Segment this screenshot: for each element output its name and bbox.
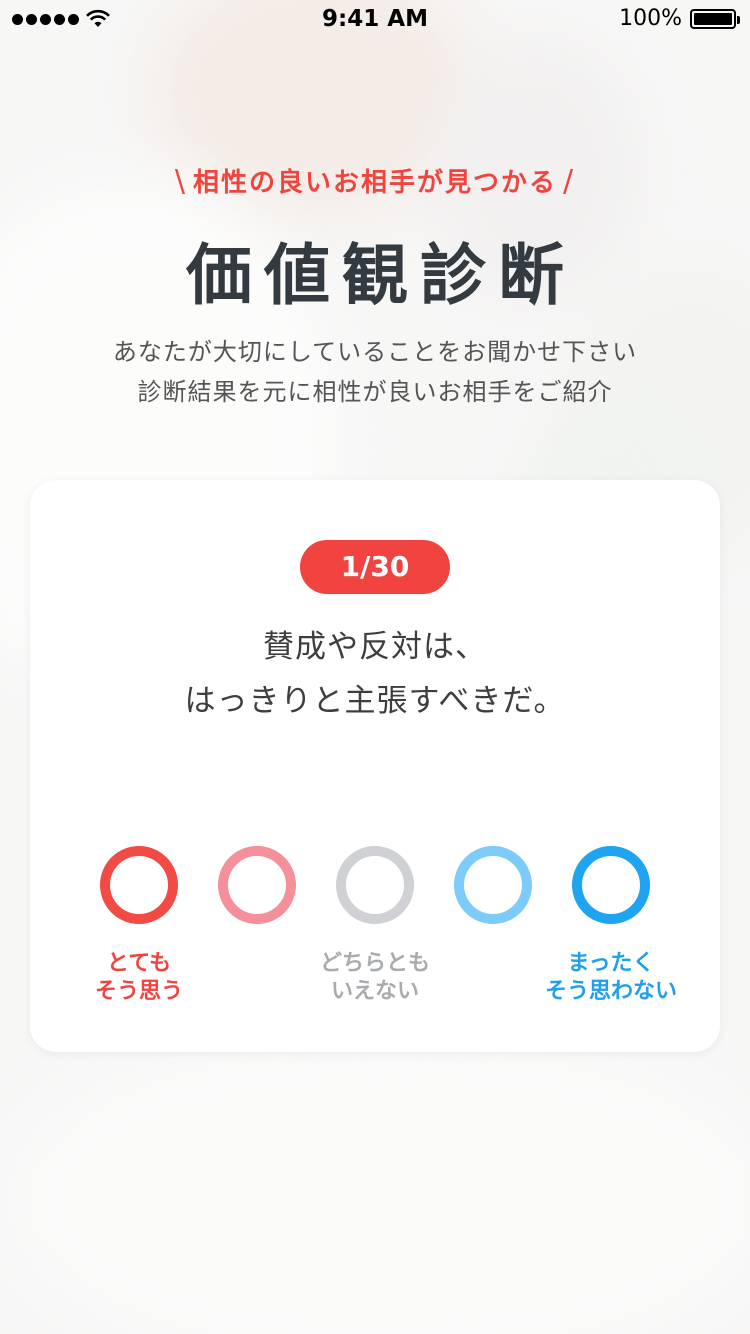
tagline-text: 相性の良いお相手が見つかる — [192, 168, 557, 198]
tagline: \ 相性の良いお相手が見つかる / — [0, 162, 750, 199]
description-line-2: 診断結果を元に相性が良いお相手をご紹介 — [137, 378, 613, 406]
label-strong-disagree-line-2: そう思わない — [544, 979, 677, 1004]
progress-badge: 1/30 — [300, 540, 450, 594]
answer-agree-button[interactable] — [218, 846, 296, 924]
page-title: 価値観診断 — [186, 237, 576, 314]
label-neutral: どちらとも いえない — [275, 950, 475, 1006]
label-strong-agree: とても そう思う — [39, 950, 239, 1006]
question-line-1: 賛成や反対は、 — [263, 629, 487, 665]
question-line-2: はっきりと主張すべきだ。 — [184, 683, 566, 719]
answer-disagree-button[interactable] — [454, 846, 532, 924]
label-strong-agree-line-2: そう思う — [94, 979, 183, 1004]
answer-strong-disagree-button[interactable] — [572, 846, 650, 924]
label-neutral-line-1: どちらとも — [319, 951, 430, 976]
label-strong-agree-line-1: とても — [106, 951, 172, 976]
label-strong-disagree: まったく そう思わない — [511, 950, 711, 1006]
battery-icon — [690, 8, 740, 29]
answer-strong-agree-button[interactable] — [100, 846, 178, 924]
question-text: 賛成や反対は、 はっきりと主張すべきだ。 — [30, 620, 720, 728]
tagline-right-slash: / — [563, 164, 576, 199]
tagline-left-slash: \ — [174, 164, 187, 199]
page-description: あなたが大切にしていることをお聞かせ下さい 診断結果を元に相性が良いお相手をご紹… — [0, 332, 750, 412]
status-bar: 9:41 AM 100% — [0, 0, 750, 40]
description-line-1: あなたが大切にしていることをお聞かせ下さい — [112, 338, 638, 366]
battery-percent: 100% — [619, 6, 682, 31]
answer-neutral-button[interactable] — [336, 846, 414, 924]
label-neutral-line-2: いえない — [330, 979, 419, 1004]
question-card: 1/30 賛成や反対は、 はっきりと主張すべきだ。 とても そう思う どちらとも… — [30, 480, 720, 1052]
label-strong-disagree-line-1: まったく — [567, 951, 655, 976]
